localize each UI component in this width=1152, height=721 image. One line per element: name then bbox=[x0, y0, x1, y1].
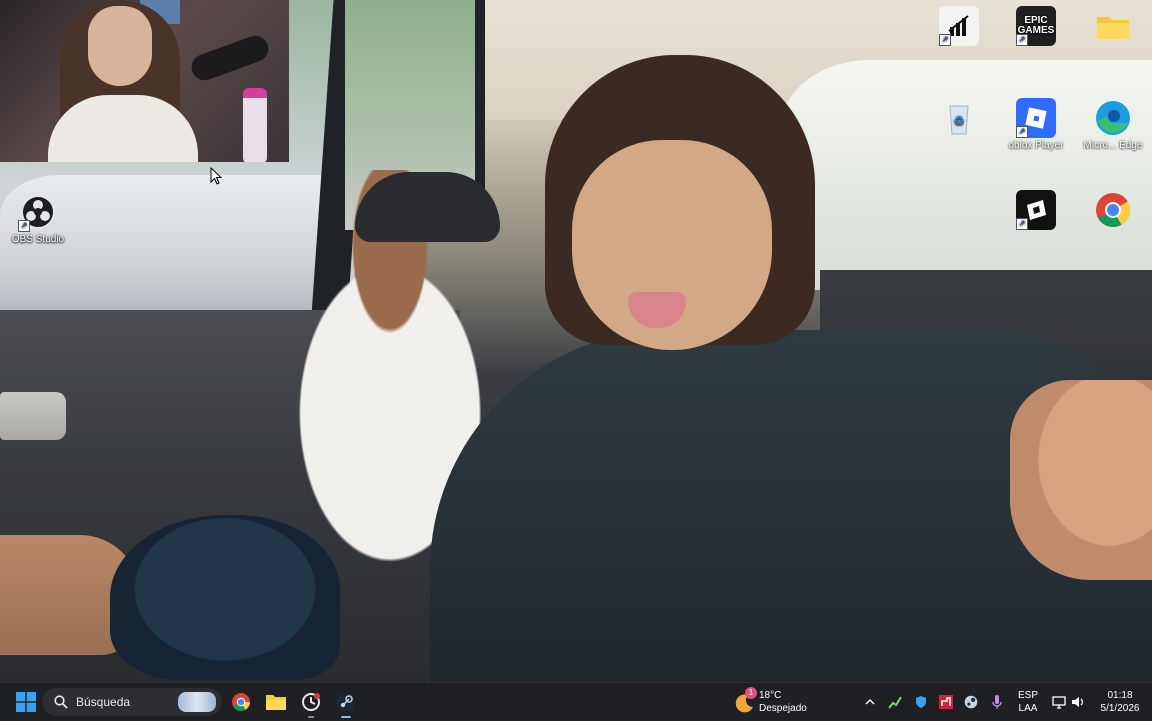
app-shortcut-icon: ↗ bbox=[939, 6, 979, 46]
desktop-icon-chrome[interactable] bbox=[1075, 190, 1151, 232]
chrome-icon bbox=[232, 693, 250, 711]
webcam-overlay bbox=[0, 0, 289, 162]
desktop-icon-roblox-player[interactable]: ↗ oblox Player bbox=[998, 98, 1074, 152]
roblox-studio-icon: ↗ bbox=[1016, 190, 1056, 230]
clock-date: 5/1/2026 bbox=[1100, 703, 1140, 714]
tray-icon-3[interactable] bbox=[937, 683, 955, 721]
chevron-up-icon bbox=[865, 699, 875, 705]
streamer-face bbox=[88, 6, 152, 86]
search-placeholder: Búsqueda bbox=[76, 695, 131, 709]
svg-text:♻: ♻ bbox=[954, 114, 965, 128]
desktop-icon-epic-games[interactable]: EPIC GAMES ↗ bbox=[998, 6, 1074, 48]
tray-icon-5[interactable] bbox=[988, 683, 1006, 721]
search-icon bbox=[54, 695, 68, 709]
network-button[interactable] bbox=[1050, 683, 1068, 721]
taskbar-search[interactable]: Búsqueda bbox=[42, 688, 222, 716]
network-shield-icon bbox=[916, 696, 926, 708]
keyboard-layout: LAA bbox=[1018, 703, 1038, 714]
epic-games-logo-text: EPIC GAMES bbox=[1017, 15, 1055, 36]
taskbar-file-explorer[interactable] bbox=[263, 683, 289, 721]
tray-icon-4[interactable] bbox=[962, 683, 980, 721]
bag bbox=[110, 515, 340, 680]
desktop-icon-roblox-studio[interactable]: ↗ bbox=[998, 190, 1074, 232]
desktop-icon-label: Micro... Edge bbox=[1083, 140, 1143, 151]
file-explorer-icon bbox=[266, 695, 286, 710]
mouse-cursor-icon bbox=[210, 167, 222, 185]
chart-tray-icon bbox=[888, 696, 902, 709]
desktop-icon-folder[interactable] bbox=[1075, 6, 1151, 48]
clock[interactable]: 01:18 5/1/2026 bbox=[1094, 683, 1146, 721]
tray-icon-1[interactable] bbox=[886, 683, 904, 721]
folder-icon bbox=[1093, 6, 1133, 46]
water-bottle bbox=[243, 88, 267, 162]
microphone bbox=[187, 32, 273, 84]
weather-badge: 1 bbox=[745, 687, 757, 699]
beanie bbox=[355, 172, 500, 242]
show-hidden-icons-button[interactable] bbox=[862, 683, 878, 721]
desktop-icon-edge[interactable]: Micro... Edge bbox=[1075, 98, 1151, 152]
language-indicator[interactable]: ESP LAA bbox=[1014, 683, 1042, 721]
car-window-rear bbox=[780, 60, 1152, 290]
chrome-icon bbox=[1093, 190, 1133, 230]
tray-icon-2[interactable] bbox=[912, 683, 930, 721]
start-icon bbox=[16, 692, 36, 712]
desktop-icon-obs[interactable]: ↗ OBS Studio bbox=[0, 192, 76, 246]
amd-icon bbox=[939, 695, 953, 709]
start-button[interactable] bbox=[12, 683, 40, 721]
desktop-icon-recycle-bin[interactable]: ♻ bbox=[921, 98, 997, 140]
steam-tray-icon bbox=[964, 695, 978, 709]
weather-temperature: 18°C bbox=[759, 690, 782, 701]
clock-time: 01:18 bbox=[1107, 690, 1133, 701]
obs-icon: ↗ bbox=[18, 192, 58, 232]
taskbar-chrome[interactable] bbox=[228, 683, 254, 721]
language-code: ESP bbox=[1017, 690, 1038, 701]
running-indicator bbox=[308, 716, 314, 718]
recycle-bin-icon: ♻ bbox=[939, 98, 979, 138]
edge-icon bbox=[1093, 98, 1133, 138]
taskbar: Búsqueda 1 18°C Despejado ESP LAA 01:18 … bbox=[0, 682, 1152, 721]
steam-icon bbox=[337, 693, 355, 711]
search-highlight-image bbox=[178, 692, 216, 712]
microphone-icon bbox=[992, 695, 1002, 709]
taskbar-steam[interactable] bbox=[333, 683, 359, 721]
epic-games-icon: EPIC GAMES ↗ bbox=[1016, 6, 1056, 46]
app-icon bbox=[302, 693, 320, 711]
taskbar-app[interactable] bbox=[298, 683, 324, 721]
door-handle bbox=[0, 392, 66, 440]
roblox-player-icon: ↗ bbox=[1016, 98, 1056, 138]
volume-button[interactable] bbox=[1069, 683, 1087, 721]
pink-sleeve bbox=[1010, 380, 1152, 580]
monitor-network-icon bbox=[1052, 696, 1066, 709]
desktop-icon-label: OBS Studio bbox=[11, 234, 65, 245]
desktop-icon-label: oblox Player bbox=[1008, 140, 1064, 151]
desktop-icon-app-shortcut[interactable]: ↗ bbox=[921, 6, 997, 48]
weather-condition: Despejado bbox=[759, 703, 807, 714]
speaker-icon bbox=[1072, 697, 1083, 707]
active-indicator bbox=[341, 716, 351, 718]
weather-widget[interactable]: 1 18°C Despejado bbox=[735, 687, 825, 717]
